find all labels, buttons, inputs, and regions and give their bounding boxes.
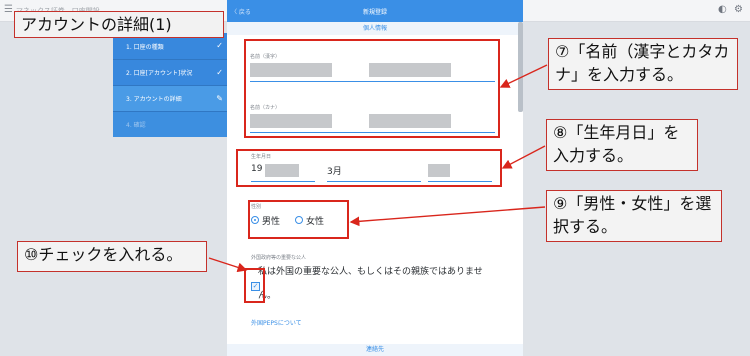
callout-birth-date: ⑧「生年月日」を入力する。 (546, 119, 698, 171)
arrow-7 (499, 64, 548, 88)
arrow-10 (208, 257, 248, 273)
arrow-8 (501, 145, 546, 169)
callout-gender: ⑨「男性・女性」を選択する。 (546, 190, 722, 242)
arrow-9 (349, 206, 546, 227)
callout-name: ⑦「名前（漢字とカタカナ」を入力する。 (548, 38, 738, 90)
callout-checkbox: ⑩チェックを入れる。 (17, 241, 207, 272)
